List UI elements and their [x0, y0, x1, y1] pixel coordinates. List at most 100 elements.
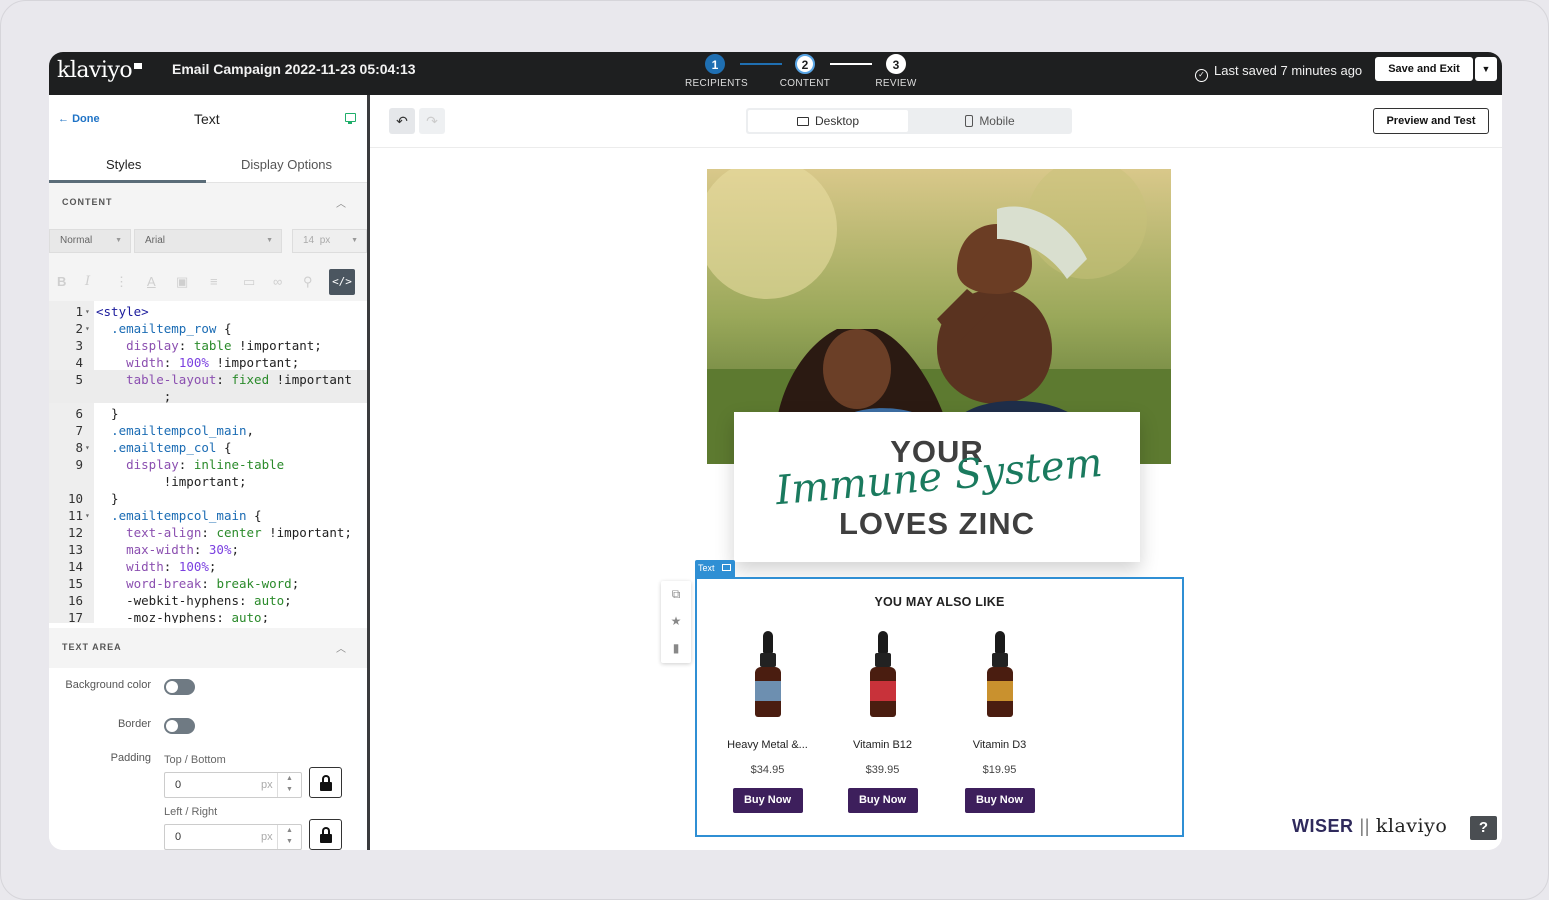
buy-now-button[interactable]: Buy Now	[732, 788, 803, 813]
code-line: 5 table-layout: fixed !important	[49, 371, 367, 388]
italic-icon[interactable]: I	[85, 274, 90, 289]
undo-icon[interactable]: ↶	[389, 108, 415, 134]
code-line: 4 width: 100% !important;	[49, 354, 367, 371]
sidebar-tabs: Styles Display Options	[49, 145, 367, 183]
line-number: 2	[75, 321, 83, 336]
help-button[interactable]: ?	[1470, 816, 1497, 840]
fold-toggle-icon[interactable]: ▾	[85, 320, 90, 337]
bold-icon[interactable]: B	[57, 274, 66, 289]
done-label: Done	[72, 113, 100, 125]
view-toggle: Desktop Mobile	[746, 108, 1072, 134]
line-number: 17	[67, 610, 83, 623]
bottle-label	[869, 681, 896, 701]
line-number: 13	[67, 542, 83, 557]
stepper-icon[interactable]: ▲ ▼	[277, 773, 301, 797]
desktop-icon	[722, 564, 731, 571]
code-text: display: table !important;	[126, 338, 322, 353]
fold-toggle-icon[interactable]: ▾	[85, 507, 90, 524]
save-options-dropdown-icon[interactable]: ▼	[1475, 57, 1497, 81]
font-select[interactable]: Arial ▼	[134, 229, 282, 253]
desktop-icon[interactable]	[345, 113, 356, 124]
section-title: YOU MAY ALSO LIKE	[874, 595, 1005, 609]
product-price: $19.95	[982, 764, 1017, 776]
line-number: 4	[75, 355, 83, 370]
code-text: display: inline-table	[126, 457, 285, 472]
headline-card[interactable]: YOUR LOVES ZINC Immune System	[734, 412, 1140, 562]
background-color-label: Background color	[65, 679, 151, 691]
link-icon[interactable]: ∞	[273, 274, 282, 289]
content-section-header[interactable]: CONTENT ︿	[49, 183, 367, 223]
dropper-cap	[759, 653, 776, 667]
line-number: 3	[75, 338, 83, 353]
code-text: .emailtemp_row {	[111, 321, 232, 336]
app-window: klaviyo Email Campaign 2022-11-23 05:04:…	[49, 52, 1502, 850]
line-number: 9	[75, 457, 83, 472]
desktop-label: Desktop	[814, 114, 860, 128]
product-name: Vitamin D3	[972, 739, 1027, 751]
code-text: width: 100% !important;	[126, 355, 300, 370]
font-size-select[interactable]: 14 px ▼	[292, 229, 367, 253]
buy-now-button[interactable]: Buy Now	[847, 788, 918, 813]
logo-separator: ||	[1359, 816, 1370, 836]
text-color-icon[interactable]: A	[147, 274, 156, 289]
fold-toggle-icon[interactable]: ▾	[85, 303, 90, 320]
align-icon[interactable]: ≡	[210, 274, 218, 289]
highlight-icon[interactable]: ▣	[176, 274, 188, 290]
lock-icon-body	[320, 782, 332, 791]
dropper-bulb	[994, 631, 1005, 653]
code-editor[interactable]: 1 ▾ <style> 2 ▾ .emailtemp_row {3 display: t…	[49, 301, 367, 623]
tab-styles[interactable]: Styles	[106, 157, 141, 172]
code-text: word-break: break-word;	[126, 576, 300, 591]
top-bottom-padding-input[interactable]: 0 px ▲ ▼	[164, 772, 302, 798]
desktop-view-button[interactable]: Desktop	[748, 110, 908, 132]
code-line: !important;	[49, 473, 367, 490]
done-button[interactable]: ← Done	[58, 113, 100, 125]
step-progress: 1 RECIPIENTS 2 CONTENT 3 REVIEW	[685, 52, 917, 95]
lock-left-right-button[interactable]	[309, 819, 342, 850]
text-area-section-header[interactable]: TEXT AREA ︿	[49, 628, 367, 668]
buy-now-button[interactable]: Buy Now	[964, 788, 1035, 813]
code-text: -webkit-hyphens: auto;	[96, 593, 292, 608]
code-line: 12 text-align: center !important;	[49, 524, 367, 541]
trash-icon[interactable]: ▮	[661, 635, 691, 662]
code-line: 17 -moz-hyphens: auto;	[49, 609, 367, 623]
code-view-button[interactable]: </>	[329, 269, 355, 295]
line-number: 5	[75, 372, 83, 387]
duplicate-icon[interactable]: ⧉	[661, 581, 691, 608]
border-toggle[interactable]	[164, 718, 195, 734]
left-right-padding-input[interactable]: 0 px ▲ ▼	[164, 824, 302, 850]
klaviyo-logo[interactable]: klaviyo	[57, 58, 143, 83]
step-review[interactable]: 3 REVIEW	[866, 54, 926, 89]
code-text: width: 100%;	[126, 559, 217, 574]
arrow-left-icon: ←	[58, 113, 73, 125]
lock-top-bottom-button[interactable]	[309, 767, 342, 798]
image-icon[interactable]: ▭	[243, 274, 255, 290]
format-select[interactable]: Normal ▼	[49, 229, 131, 253]
background-color-toggle[interactable]	[164, 679, 195, 695]
line-number: 1	[75, 304, 83, 319]
selected-text-block[interactable]: YOU MAY ALSO LIKE Heavy Metal &... $34.95…	[695, 577, 1184, 837]
personalize-icon[interactable]: ⚲	[303, 274, 313, 290]
preview-and-test-button[interactable]: Preview and Test	[1373, 108, 1489, 134]
line-number: 14	[67, 559, 83, 574]
fold-toggle-icon[interactable]: ▾	[85, 439, 90, 456]
redo-icon[interactable]: ↷	[419, 108, 445, 134]
chevron-down-icon: ▼	[351, 237, 358, 244]
product-bottle-image[interactable]	[868, 631, 898, 719]
save-and-exit-button[interactable]: Save and Exit	[1375, 57, 1473, 81]
mobile-view-button[interactable]: Mobile	[910, 110, 1070, 132]
font-select-value: Arial	[145, 235, 166, 246]
divider	[370, 147, 1502, 148]
product-price: $34.95	[750, 764, 785, 776]
product-bottle-image[interactable]	[753, 631, 783, 719]
step-label: REVIEW	[875, 78, 917, 89]
tab-display-options[interactable]: Display Options	[241, 157, 332, 172]
product-bottle-image[interactable]	[985, 631, 1015, 719]
step-content[interactable]: 2 CONTENT	[775, 54, 835, 89]
stepper-icon[interactable]: ▲ ▼	[277, 825, 301, 849]
code-text: max-width: 30%;	[126, 542, 240, 557]
star-icon[interactable]: ★	[661, 608, 691, 635]
step-recipients[interactable]: 1 RECIPIENTS	[685, 54, 748, 89]
more-icon[interactable]: ⋮	[115, 274, 128, 290]
code-text: table-layout: fixed !important	[126, 372, 352, 387]
